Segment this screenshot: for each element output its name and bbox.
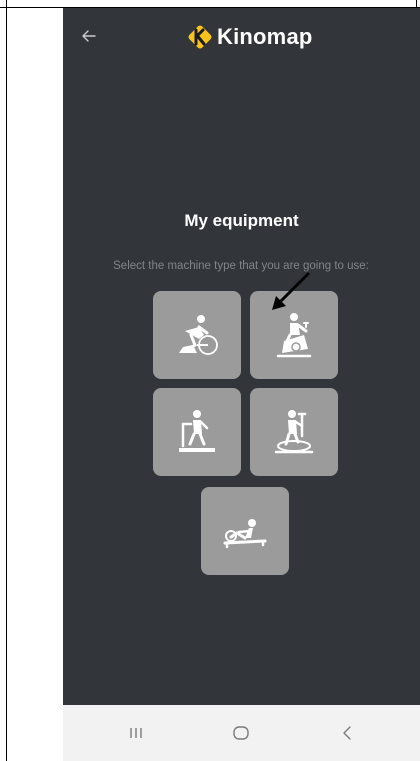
- system-nav-bar: [63, 705, 420, 761]
- machine-tile-rower[interactable]: [201, 487, 289, 575]
- kinomap-logo-icon: [188, 25, 212, 49]
- machine-tile-elliptical[interactable]: [250, 388, 338, 476]
- arrow-left-icon: [82, 30, 96, 42]
- screenshot-frame-left: [6, 0, 7, 761]
- exercise-bike-icon: [276, 313, 312, 358]
- page-title: My equipment: [184, 211, 299, 230]
- page-subtitle: Select the machine type that you are goi…: [113, 260, 369, 272]
- screenshot-frame-top: [0, 0, 420, 8]
- treadmill-icon: [179, 410, 215, 452]
- home-button[interactable]: [221, 719, 261, 747]
- rowing-machine-icon: [223, 519, 267, 549]
- app-screen: Kinomap My equipment Select the machine …: [63, 8, 420, 761]
- recent-apps-button[interactable]: [116, 719, 156, 747]
- home-icon: [233, 726, 249, 740]
- annotation-arrow-icon: [272, 272, 310, 310]
- machine-tile-road-bike[interactable]: [153, 291, 241, 379]
- road-bike-trainer-icon: [179, 315, 218, 355]
- logo-text: Kinomap: [217, 24, 313, 49]
- system-back-button[interactable]: [327, 719, 367, 747]
- back-icon: [343, 726, 351, 740]
- kinomap-logo: Kinomap: [185, 22, 313, 52]
- recent-apps-icon: [130, 728, 142, 738]
- top-bar: Kinomap: [63, 8, 420, 66]
- machine-tile-treadmill[interactable]: [153, 388, 241, 476]
- elliptical-trainer-icon: [274, 410, 314, 454]
- back-button[interactable]: [73, 20, 105, 52]
